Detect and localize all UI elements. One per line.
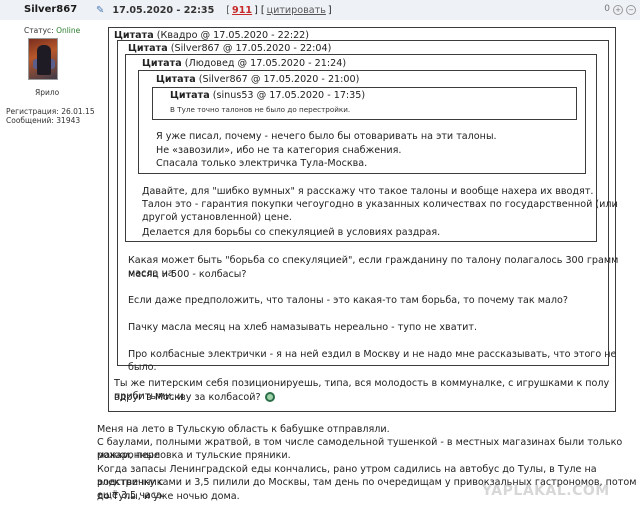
quote-3-line-4: Делается для борьбы со спекуляцией в усл…	[142, 227, 441, 238]
smiley-icon	[264, 392, 275, 402]
rating-bracket-close: ]	[254, 4, 258, 16]
quote-meta: (Silver867 @ 17.05.2020 - 22:04)	[170, 43, 332, 54]
post-rating-link[interactable]: 911	[232, 5, 252, 16]
user-rank: Ярило	[35, 88, 60, 97]
user-registration: Регистрация: 26.01.15	[6, 107, 95, 116]
vote-score: 0	[604, 4, 610, 14]
body-line-3: рожки, перловка и тульские пряники.	[97, 450, 291, 461]
quote-1-line-2-text: вдруг в Москву за колбасой?	[114, 392, 261, 403]
quote-header-4: Цитата (Silver867 @ 17.05.2020 - 21:00)	[156, 74, 359, 85]
quote-3-line-3: другой установленной) цене.	[142, 212, 292, 223]
quote-4-line-3: Спасала только электричка Тула-Москва.	[156, 158, 368, 169]
quote-label: Цитата	[128, 43, 168, 54]
rating-bracket-open: [	[226, 4, 231, 16]
quote-label: Цитата	[170, 90, 210, 101]
quote-header-5: Цитата (sinus53 @ 17.05.2020 - 17:35)	[170, 90, 365, 101]
body-line-1: Меня на лето в Тульскую область к бабушк…	[97, 424, 390, 435]
quote-label: Цитата	[142, 58, 182, 69]
quote-label: Цитата	[156, 74, 196, 85]
quote-bracket-open: [	[260, 4, 265, 16]
quote-4-line-1: Я уже писал, почему - нечего было бы ото…	[156, 131, 497, 142]
quote-header-3: Цитата (Людовед @ 17.05.2020 - 21:24)	[142, 58, 346, 69]
user-header-bar: Silver867	[0, 0, 92, 20]
vote-up-icon[interactable]: +	[613, 5, 623, 15]
pin-icon[interactable]: ✎	[96, 5, 104, 16]
avatar[interactable]	[28, 38, 58, 80]
quote-2-line-2: месяц и 500 - колбасы?	[128, 269, 247, 280]
user-messages-count: Сообщений: 31943	[6, 116, 81, 125]
body-line-6: до Тулы, и уже ночью дома.	[97, 491, 240, 502]
post-header-bar: ✎ 17.05.2020 - 22:35 [ 911 ] [ цитироват…	[92, 0, 640, 20]
quote-meta: (sinus53 @ 17.05.2020 - 17:35)	[212, 90, 366, 101]
quote-1-line-2: вдруг в Москву за колбасой?	[114, 391, 275, 404]
avatar-figure	[37, 45, 51, 75]
quote-meta: (Людовед @ 17.05.2020 - 21:24)	[184, 58, 347, 69]
quote-2-line-3: Если даже предположить, что талоны - это…	[128, 295, 568, 306]
quote-header-2: Цитата (Silver867 @ 17.05.2020 - 22:04)	[128, 43, 331, 54]
quote-meta: (Silver867 @ 17.05.2020 - 21:00)	[198, 74, 360, 85]
quote-2-line-5: Про колбасные электрички - я на ней езди…	[128, 349, 617, 373]
quote-2-line-4: Пачку масла месяц на хлеб намазывать нер…	[128, 322, 478, 333]
quote-5-text: В Туле точно талонов не было до перестро…	[170, 105, 351, 114]
status-online-badge: Online	[56, 26, 81, 35]
vote-down-icon[interactable]: −	[626, 5, 636, 15]
quote-post-link[interactable]: цитировать	[267, 5, 326, 16]
post-date: 17.05.2020 - 22:35	[112, 4, 215, 16]
quote-4-line-2: Не «завозили», ибо не та категория снабж…	[156, 145, 402, 156]
user-status: Статус: Online	[24, 26, 80, 35]
quote-3-line-1: Давайте, для "шибко вумных" я расскажу ч…	[142, 186, 594, 197]
username-link[interactable]: Silver867	[24, 4, 77, 15]
quote-3-line-2: Талон это - гарантия покупки чегоугодно …	[142, 199, 618, 210]
status-label: Статус:	[24, 26, 54, 35]
quote-bracket-close: ]	[327, 4, 332, 16]
site-watermark: YAPLAKAL.COM	[482, 483, 610, 499]
